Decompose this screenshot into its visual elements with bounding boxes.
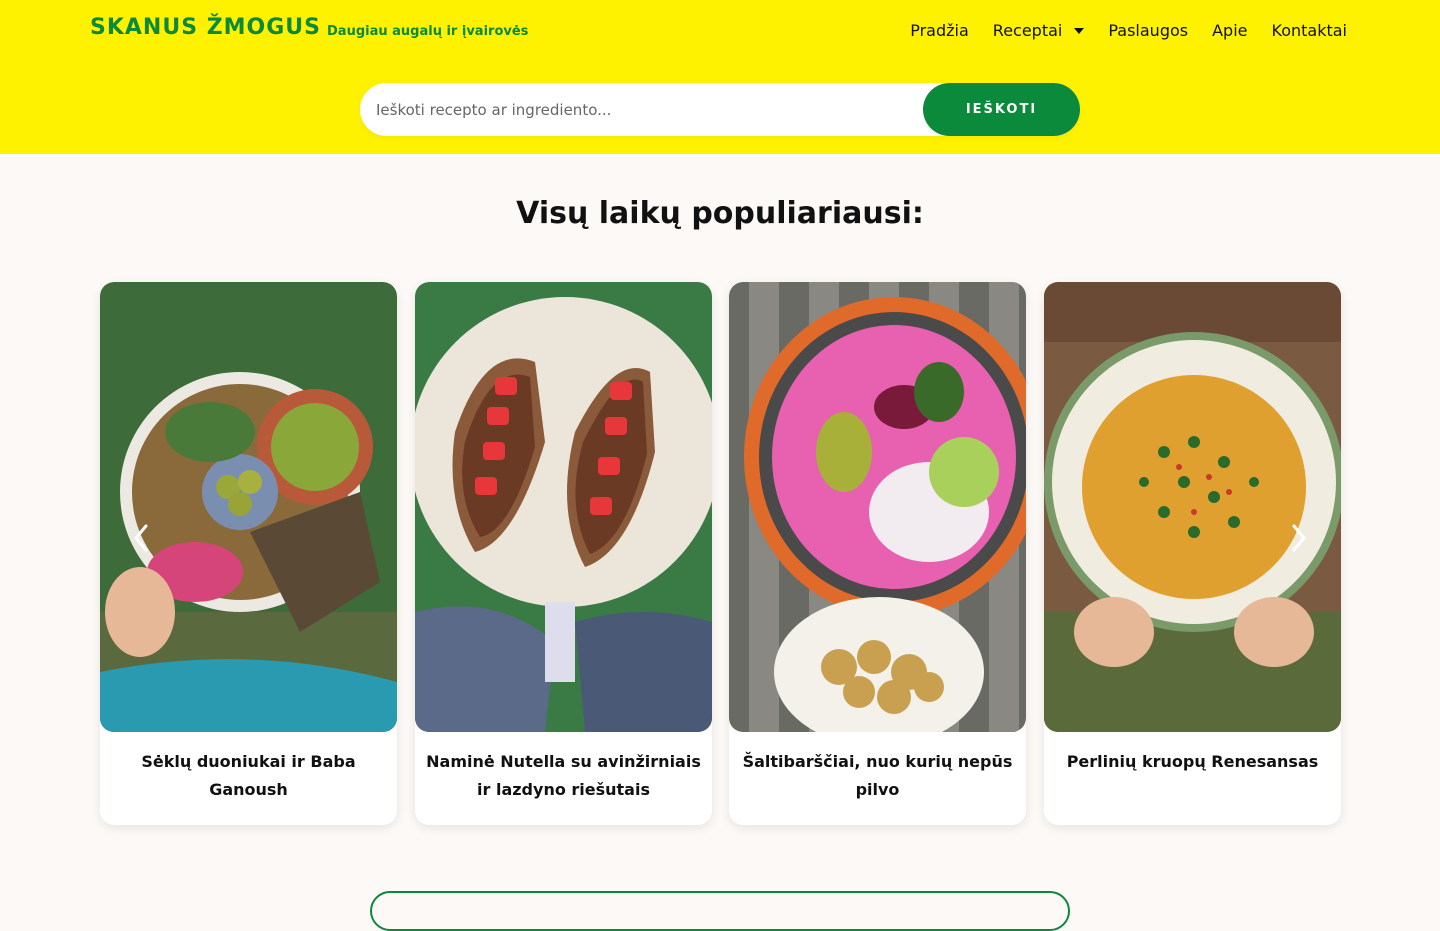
- nav-item-label: Paslaugos: [1108, 21, 1189, 40]
- nav-item-pradzia[interactable]: Pradžia: [910, 21, 969, 40]
- recipe-photo[interactable]: [415, 282, 712, 732]
- nav-item-label: Pradžia: [910, 21, 969, 40]
- recipe-card[interactable]: Naminė Nutella su avinžirniais ir lazdyn…: [415, 282, 712, 825]
- recipe-title[interactable]: Sėklų duoniukai ir Baba Ganoush: [108, 748, 389, 804]
- search-bar: IEŠKOTI: [360, 83, 1080, 136]
- more-recipes-button[interactable]: [370, 891, 1070, 931]
- recipe-title[interactable]: Šaltibarščiai, nuo kurių nepūs pilvo: [737, 748, 1018, 804]
- search-input[interactable]: [376, 83, 916, 136]
- nav-item-label: Apie: [1212, 21, 1248, 40]
- recipe-title[interactable]: Perlinių kruopų Renesansas: [1052, 748, 1333, 776]
- nav-item-kontaktai[interactable]: Kontaktai: [1272, 21, 1348, 40]
- recipe-card[interactable]: Sėklų duoniukai ir Baba Ganoush: [100, 282, 397, 825]
- nav-item-label: Receptai: [992, 21, 1063, 40]
- recipe-photo[interactable]: [100, 282, 397, 732]
- recipe-card[interactable]: Perlinių kruopų Renesansas: [1044, 282, 1341, 825]
- section-title: Visų laikų populiariausi:: [516, 196, 924, 231]
- chevron-right-icon[interactable]: [1284, 523, 1314, 553]
- nav-item-apie[interactable]: Apie: [1212, 21, 1247, 40]
- nav-item-paslaugos[interactable]: Paslaugos: [1108, 21, 1188, 40]
- chevron-left-icon[interactable]: [126, 523, 156, 553]
- recipe-photo[interactable]: [1044, 282, 1341, 732]
- recipe-title[interactable]: Naminė Nutella su avinžirniais ir lazdyn…: [423, 748, 704, 804]
- search-button[interactable]: IEŠKOTI: [923, 83, 1080, 136]
- nav-item-label: Kontaktai: [1271, 21, 1348, 40]
- site-header: SKANUS ŽMOGUS Daugiau augalų ir įvairovė…: [0, 0, 1440, 154]
- nav-item-receptai[interactable]: Receptai: [993, 21, 1085, 40]
- recipe-carousel: Sėklų duoniukai ir Baba Ganoush Naminė N…: [100, 282, 1341, 825]
- site-logo[interactable]: SKANUS ŽMOGUS: [90, 15, 321, 40]
- recipe-card[interactable]: Šaltibarščiai, nuo kurių nepūs pilvo: [729, 282, 1026, 825]
- main-nav: Pradžia Receptai Paslaugos Apie Kontakta…: [910, 21, 1347, 40]
- site-tagline: Daugiau augalų ir įvairovės: [327, 24, 529, 39]
- recipe-photo[interactable]: [729, 282, 1026, 732]
- chevron-down-icon[interactable]: [1074, 27, 1085, 34]
